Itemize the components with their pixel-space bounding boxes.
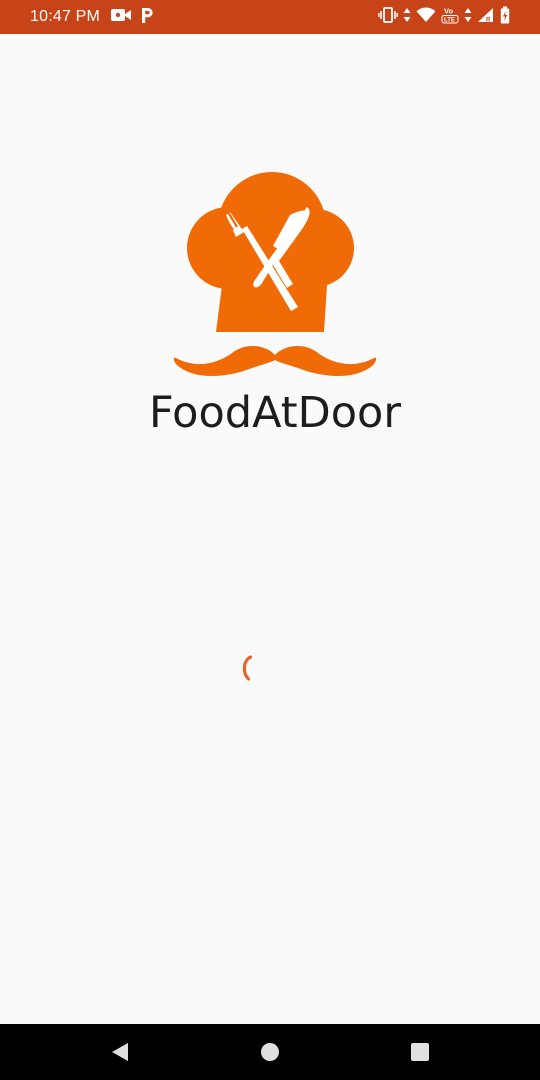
app-logo: FoodAtDoor — [140, 170, 410, 480]
app-name: FoodAtDoor — [148, 388, 402, 438]
data-arrows-icon — [403, 7, 411, 28]
wifi-icon — [416, 6, 436, 28]
battery-icon — [500, 6, 510, 29]
status-bar: 10:47 PM Vo LTE R — [0, 0, 540, 34]
navigation-bar — [0, 1024, 540, 1080]
video-camera-icon — [110, 7, 132, 28]
status-left-icons — [110, 7, 154, 27]
svg-text:LTE: LTE — [444, 17, 455, 23]
signal-icon: R — [477, 7, 495, 28]
svg-text:R: R — [486, 17, 491, 23]
svg-text:Vo: Vo — [444, 6, 453, 15]
p-notification-icon — [140, 6, 154, 29]
recents-icon[interactable] — [408, 1040, 432, 1064]
splash-screen: FoodAtDoor — [0, 34, 540, 1024]
back-icon[interactable] — [108, 1040, 132, 1064]
vibrate-icon — [378, 6, 398, 28]
status-right-icons: Vo LTE R — [378, 6, 510, 29]
volte-icon: Vo LTE — [441, 6, 459, 29]
spinner-icon — [238, 654, 262, 684]
home-icon[interactable] — [258, 1040, 282, 1064]
status-time: 10:47 PM — [30, 8, 101, 25]
data-arrows-icon — [464, 7, 472, 28]
chef-hat-fork-knife-mustache-logo — [173, 172, 377, 377]
